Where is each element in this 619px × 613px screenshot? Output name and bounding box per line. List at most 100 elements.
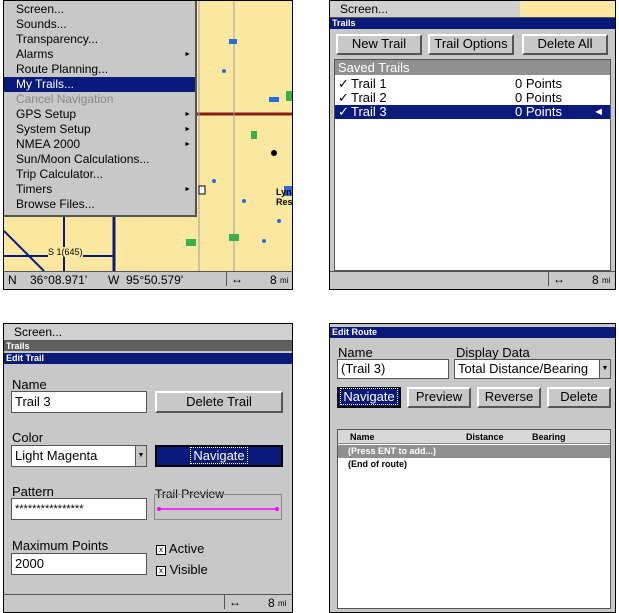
active-label: Active bbox=[168, 541, 205, 556]
trail-row[interactable]: ✓ Trail 1 0 Points bbox=[335, 77, 610, 91]
zoom-icon: ↔ bbox=[226, 272, 243, 286]
menu-item[interactable]: Timers ► bbox=[4, 182, 195, 197]
submenu-arrow-icon: ► bbox=[184, 51, 191, 58]
trail-name: Trail 2 bbox=[351, 90, 387, 105]
dropdown-arrow-icon: ▼ bbox=[599, 360, 610, 378]
delete-all-button[interactable]: Delete All bbox=[522, 34, 608, 55]
menu-item[interactable]: NMEA 2000 ► bbox=[4, 137, 195, 152]
route-row-text: (Press ENT to add...) bbox=[348, 446, 437, 456]
zoom-unit: mi bbox=[278, 599, 287, 608]
edit-trail-panel: Screen... Trails Edit Trail Name Trail 3… bbox=[3, 323, 293, 613]
check-icon: ✓ bbox=[338, 76, 349, 91]
zoom-level: 8 bbox=[592, 273, 599, 287]
map-label-road: S 1(645) bbox=[48, 247, 83, 257]
navigate-button[interactable]: Navigate bbox=[337, 387, 401, 408]
route-point-list[interactable]: Name Distance Bearing (Press ENT to add.… bbox=[337, 429, 611, 609]
trail-row[interactable]: ✓ Trail 2 0 Points bbox=[335, 91, 610, 105]
trail-preview-box bbox=[154, 494, 282, 520]
menu-item[interactable]: Browse Files... bbox=[4, 197, 195, 212]
trail-name-field[interactable]: Trail 3 bbox=[11, 391, 147, 413]
preview-button[interactable]: Preview bbox=[407, 387, 471, 408]
bg-screen-menu: Screen... bbox=[340, 2, 389, 16]
menu-item-label: Cancel Navigation bbox=[16, 92, 114, 106]
checkbox-icon: x bbox=[156, 565, 166, 576]
route-name-field[interactable]: (Trail 3) bbox=[337, 359, 449, 379]
menu-item-label: Screen... bbox=[16, 2, 65, 16]
status-bar: ↔ 8 mi bbox=[4, 594, 292, 612]
visible-checkbox[interactable]: x Visible bbox=[156, 562, 208, 577]
menu-item-label: Alarms bbox=[16, 47, 54, 61]
map-label-place1: Lyn bbox=[276, 187, 292, 197]
pattern-label: Pattern bbox=[12, 484, 54, 499]
menu-item-label: My Trails... bbox=[16, 77, 75, 91]
display-data-value: Total Distance/Bearing bbox=[458, 361, 589, 376]
menu-item[interactable]: Sounds... bbox=[4, 17, 195, 32]
trail-points: 0 Points bbox=[515, 76, 562, 91]
bg-screen-menu: Screen... bbox=[14, 325, 63, 339]
route-row[interactable]: (End of route) bbox=[338, 458, 610, 471]
status-bar: N 36°08.971' W 95°50.579' ↔ 8 mi bbox=[4, 271, 292, 289]
zoom-icon: ↔ bbox=[548, 272, 565, 286]
trail-name: Trail 1 bbox=[351, 76, 387, 91]
menu-item-label: NMEA 2000 bbox=[16, 137, 81, 151]
active-checkbox[interactable]: x Active bbox=[156, 541, 204, 556]
column-distance: Distance bbox=[466, 432, 504, 442]
lon-prefix: W bbox=[108, 273, 120, 287]
saved-trails-header: Saved Trails bbox=[335, 60, 610, 75]
menu-item[interactable]: Route Planning... bbox=[4, 62, 195, 77]
name-label: Name bbox=[12, 377, 47, 392]
cursor-arrow-icon: ◄ bbox=[593, 106, 604, 118]
checkbox-icon: x bbox=[156, 544, 166, 555]
submenu-arrow-icon: ► bbox=[184, 126, 191, 133]
menu-item-label: System Setup bbox=[16, 122, 91, 136]
reverse-button[interactable]: Reverse bbox=[477, 387, 541, 408]
map-menu-panel: 001 S 1(645) Lyn Res Screen...Sounds...T… bbox=[3, 0, 293, 290]
pattern-field[interactable]: **************** bbox=[11, 498, 147, 520]
menu-item-label: Browse Files... bbox=[16, 197, 95, 211]
trails-title: Trails bbox=[330, 18, 615, 29]
menu-item-label: Sun/Moon Calculations... bbox=[16, 152, 150, 166]
delete-trail-button[interactable]: Delete Trail bbox=[155, 391, 283, 413]
trail-points: 0 Points bbox=[515, 104, 562, 119]
menu-item-label: Timers bbox=[16, 182, 53, 196]
trail-options-button[interactable]: Trail Options bbox=[428, 34, 514, 55]
menu-item-label: GPS Setup bbox=[16, 107, 77, 121]
menu-item[interactable]: GPS Setup ► bbox=[4, 107, 195, 122]
display-data-select[interactable]: Total Distance/Bearing ▼ bbox=[454, 359, 611, 379]
menu-item-label: Sounds... bbox=[16, 17, 67, 31]
trail-list[interactable]: Saved Trails ✓ Trail 1 0 Points ✓ Trail 2 0 P… bbox=[334, 59, 611, 271]
zoom-unit: mi bbox=[602, 276, 611, 285]
menu-item[interactable]: Transparency... bbox=[4, 32, 195, 47]
menu-item[interactable]: Cancel Navigation bbox=[4, 92, 195, 107]
zoom-level: 8 bbox=[270, 273, 277, 287]
route-row-text: (End of route) bbox=[348, 459, 407, 469]
menu-item[interactable]: My Trails... bbox=[4, 77, 195, 92]
menu-item[interactable]: System Setup ► bbox=[4, 122, 195, 137]
main-menu: Screen... Sounds... Transparency... Alarms ►… bbox=[4, 1, 197, 217]
map-label-place2: Res bbox=[276, 197, 293, 207]
navigate-button[interactable]: Navigate bbox=[155, 445, 283, 467]
trails-title: Trails bbox=[4, 341, 292, 351]
edit-trail-title: Edit Trail bbox=[4, 353, 292, 364]
max-points-field[interactable]: 2000 bbox=[11, 553, 147, 575]
color-select[interactable]: Light Magenta ▼ bbox=[11, 445, 147, 467]
menu-item-label: Route Planning... bbox=[16, 62, 109, 76]
trail-preview-line bbox=[157, 507, 279, 511]
menu-item[interactable]: Sun/Moon Calculations... bbox=[4, 152, 195, 167]
trail-name: Trail 3 bbox=[351, 104, 387, 119]
trail-row[interactable]: ✓ Trail 3 0 Points ◄ bbox=[335, 105, 610, 119]
column-bearing: Bearing bbox=[532, 432, 566, 442]
check-icon: ✓ bbox=[338, 90, 349, 105]
menu-item[interactable]: Alarms ► bbox=[4, 47, 195, 62]
dropdown-arrow-icon: ▼ bbox=[135, 446, 146, 466]
name-label: Name bbox=[338, 345, 373, 360]
check-icon: ✓ bbox=[338, 104, 349, 119]
menu-item[interactable]: Trip Calculator... bbox=[4, 167, 195, 182]
route-row[interactable]: (Press ENT to add...) bbox=[338, 445, 610, 458]
color-label: Color bbox=[12, 430, 44, 445]
submenu-arrow-icon: ► bbox=[184, 186, 191, 193]
menu-item[interactable]: Screen... bbox=[4, 2, 195, 17]
new-trail-button[interactable]: New Trail bbox=[336, 34, 422, 55]
delete-button[interactable]: Delete bbox=[547, 387, 611, 408]
max-points-label: Maximum Points bbox=[12, 538, 109, 553]
